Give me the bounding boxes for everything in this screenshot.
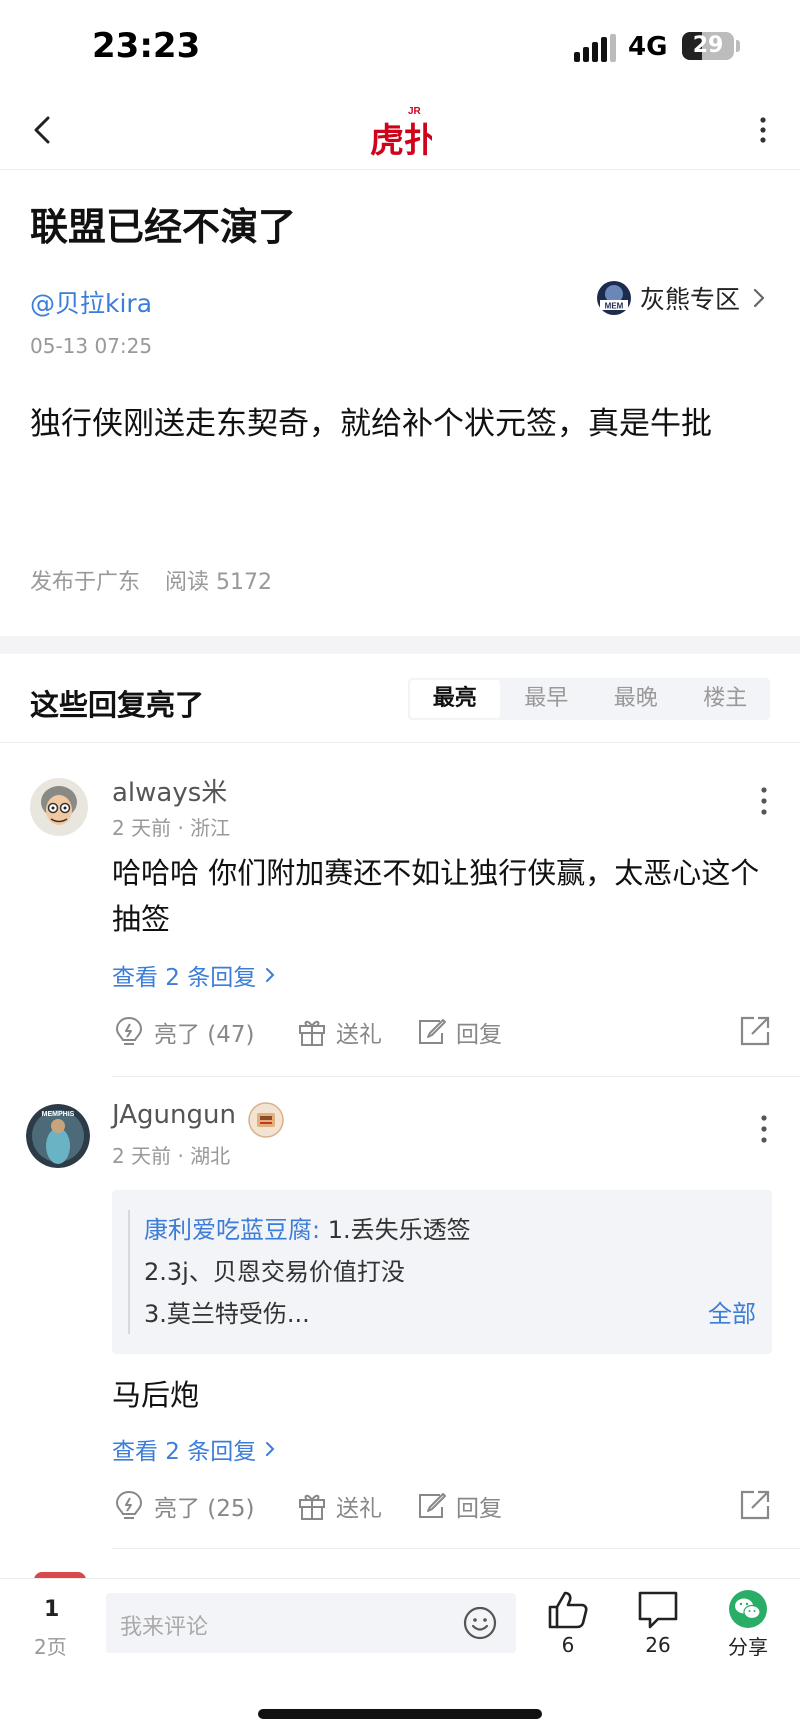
sort-latest[interactable]: 最晚 xyxy=(591,678,681,720)
signal-icon xyxy=(574,34,616,62)
avatar[interactable]: MEMPHIS xyxy=(26,1104,90,1168)
lightbulb-icon xyxy=(115,1490,143,1519)
post-date: 05-13 07:25 xyxy=(30,334,153,358)
divider xyxy=(112,1076,800,1077)
more-options-icon[interactable] xyxy=(752,784,776,818)
hupu-logo: JR 虎扑 xyxy=(370,106,432,160)
back-arrow-icon[interactable] xyxy=(22,108,66,152)
avatar[interactable] xyxy=(30,778,88,836)
reply-button[interactable]: 回复 xyxy=(414,1012,502,1052)
thumbs-up-icon xyxy=(548,1591,588,1629)
quote-line: 3.莫兰特受伤... xyxy=(144,1300,310,1328)
current-page: 1 xyxy=(44,1597,60,1622)
svg-text:虎扑: 虎扑 xyxy=(370,121,432,160)
reply-item: MEMPHIS JAgungun 2 天前 · 湖北 康利爱吃蓝豆腐: 1.丢失… xyxy=(0,1078,800,1549)
reply-button[interactable]: 回复 xyxy=(414,1486,502,1526)
bottom-bar: 1 2页 我来评论 6 26 分享 xyxy=(0,1578,800,1731)
view-replies-link[interactable]: 查看 2 条回复 xyxy=(112,958,276,992)
like-button[interactable]: 亮了 (25) xyxy=(112,1486,255,1526)
quote-author[interactable]: 康利爱吃蓝豆腐: xyxy=(144,1216,320,1244)
share-external-icon[interactable] xyxy=(738,1014,772,1048)
like-count: 6 xyxy=(561,1633,575,1657)
share-button[interactable]: 分享 xyxy=(718,1589,778,1660)
comment-input[interactable]: 我来评论 xyxy=(106,1593,516,1653)
chevron-right-icon xyxy=(753,288,765,308)
like-post-button[interactable]: 6 xyxy=(538,1589,598,1657)
svg-text:MEM: MEM xyxy=(605,302,624,311)
quote-expand-all[interactable]: 全部 xyxy=(708,1294,756,1329)
battery-cap xyxy=(736,40,740,52)
more-options-icon[interactable] xyxy=(752,1112,776,1146)
comment-placeholder: 我来评论 xyxy=(120,1615,209,1640)
edit-icon xyxy=(419,1019,446,1044)
post-body: 独行侠刚送走东契奇，就给补个状元签，真是牛批 xyxy=(30,406,712,442)
like-button[interactable]: 亮了 (47) xyxy=(112,1012,255,1052)
reply-content: 哈哈哈 你们附加赛还不如让独行侠赢，太恶心这个抽签 xyxy=(112,856,760,936)
quote-line: 康利爱吃蓝豆腐: 1.丢失乐透签 xyxy=(144,1216,471,1244)
home-indicator xyxy=(258,1709,542,1719)
share-external-icon[interactable] xyxy=(738,1488,772,1522)
sort-brightest[interactable]: 最亮 xyxy=(410,680,500,718)
total-pages: 2页 xyxy=(34,1635,67,1659)
post-title: 联盟已经不演了 xyxy=(30,205,297,249)
post-reads: 阅读 5172 xyxy=(165,570,272,595)
battery-icon: 29 xyxy=(682,32,734,60)
more-options-icon[interactable] xyxy=(748,108,778,152)
user-badge-icon xyxy=(248,1102,284,1138)
sort-tabs: 最亮 最早 最晚 楼主 xyxy=(408,678,770,720)
reply-time-location: 2 天前 · 浙江 xyxy=(112,816,231,840)
post-author[interactable]: @贝拉kira xyxy=(30,284,152,320)
reply-username[interactable]: JAgungun xyxy=(112,1100,236,1130)
share-label: 分享 xyxy=(728,1635,768,1659)
gift-icon xyxy=(299,1020,325,1046)
gift-button[interactable]: 送礼 xyxy=(296,1012,382,1052)
reply-username[interactable]: always米 xyxy=(112,772,227,809)
zone-link[interactable]: MEM 灰熊专区 xyxy=(596,280,768,316)
top-nav: JR 虎扑 xyxy=(0,90,800,170)
gift-button[interactable]: 送礼 xyxy=(296,1486,382,1526)
reply-actions: 亮了 (47) 送礼 回复 xyxy=(112,1012,772,1052)
quoted-reply[interactable]: 康利爱吃蓝豆腐: 1.丢失乐透签 2.3j、贝恩交易价值打没 3.莫兰特受伤..… xyxy=(112,1190,772,1354)
quote-line: 2.3j、贝恩交易价值打没 xyxy=(144,1258,405,1286)
edit-icon xyxy=(419,1493,446,1518)
grizzlies-team-icon: MEM xyxy=(596,281,631,315)
section-divider xyxy=(0,636,800,654)
status-bar: 23:23 4G 29 xyxy=(0,0,800,90)
lightbulb-icon xyxy=(115,1016,143,1045)
svg-text:MEMPHIS: MEMPHIS xyxy=(42,1111,75,1118)
reply-actions: 亮了 (25) 送礼 回复 xyxy=(112,1486,772,1526)
reply-item: always米 2 天前 · 浙江 哈哈哈 你们附加赛还不如让独行侠赢，太恶心这… xyxy=(0,742,800,1078)
post-meta: 发布于广东 阅读 5172 xyxy=(30,564,272,596)
comment-bubble-icon xyxy=(638,1591,678,1629)
svg-text:JR: JR xyxy=(408,106,422,117)
emoji-icon[interactable] xyxy=(462,1605,498,1641)
chevron-right-icon xyxy=(266,968,275,982)
view-replies-link[interactable]: 查看 2 条回复 xyxy=(112,1432,276,1466)
chevron-right-icon xyxy=(266,1442,275,1456)
gift-icon xyxy=(299,1494,325,1520)
divider xyxy=(112,1548,800,1549)
replies-section-title: 这些回复亮了 xyxy=(30,688,205,722)
network-type: 4G xyxy=(628,32,668,62)
zone-label: 灰熊专区 xyxy=(639,285,740,314)
status-time: 23:23 xyxy=(92,26,201,66)
post-location: 发布于广东 xyxy=(30,570,141,595)
comments-button[interactable]: 26 xyxy=(628,1589,688,1657)
sort-earliest[interactable]: 最早 xyxy=(502,678,592,720)
wechat-icon xyxy=(729,1590,767,1628)
reply-content: 马后炮 xyxy=(112,1378,200,1412)
reply-time-location: 2 天前 · 湖北 xyxy=(112,1144,231,1168)
sort-op-only[interactable]: 楼主 xyxy=(681,678,771,720)
battery-level: 29 xyxy=(692,33,724,58)
comment-count: 26 xyxy=(645,1633,671,1657)
